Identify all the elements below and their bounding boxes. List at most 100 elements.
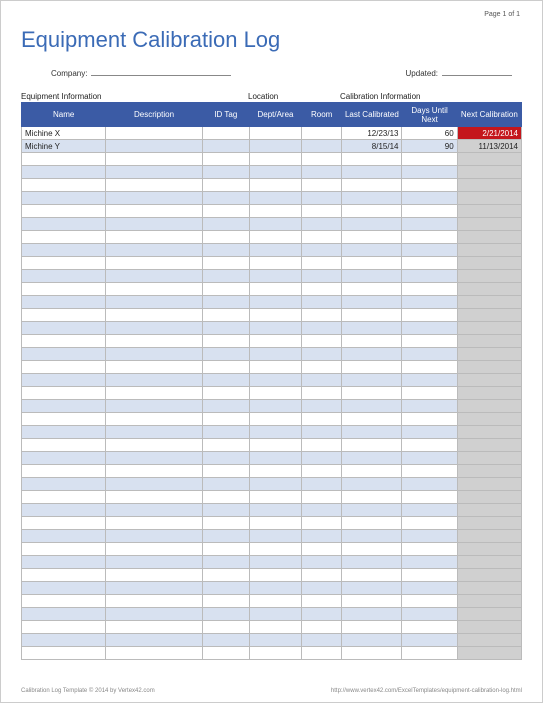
cell[interactable] [457,569,521,582]
cell[interactable] [202,179,249,192]
cell[interactable] [249,478,301,491]
cell[interactable] [402,582,457,595]
cell[interactable] [457,166,521,179]
cell[interactable] [202,192,249,205]
cell[interactable] [249,283,301,296]
cell[interactable] [249,426,301,439]
cell[interactable] [202,426,249,439]
cell[interactable] [342,283,402,296]
cell[interactable]: 12/23/13 [342,127,402,140]
cell[interactable] [106,244,202,257]
cell[interactable] [202,283,249,296]
cell[interactable] [457,283,521,296]
cell[interactable] [22,413,106,426]
cell[interactable] [342,361,402,374]
cell[interactable] [106,543,202,556]
cell[interactable] [402,478,457,491]
cell[interactable] [457,309,521,322]
cell[interactable] [402,270,457,283]
cell[interactable] [202,218,249,231]
cell[interactable] [342,413,402,426]
cell[interactable] [202,465,249,478]
cell[interactable] [22,218,106,231]
company-field[interactable] [91,67,231,76]
cell[interactable] [106,582,202,595]
cell[interactable] [302,322,342,335]
cell[interactable] [202,335,249,348]
cell[interactable] [457,478,521,491]
cell[interactable] [106,231,202,244]
cell[interactable] [402,205,457,218]
cell[interactable] [342,647,402,660]
cell[interactable] [342,465,402,478]
cell[interactable] [106,426,202,439]
cell[interactable] [402,530,457,543]
cell[interactable] [249,647,301,660]
cell[interactable] [106,257,202,270]
cell[interactable] [457,465,521,478]
cell[interactable] [249,569,301,582]
cell[interactable] [302,127,342,140]
cell[interactable] [342,231,402,244]
cell[interactable] [302,218,342,231]
cell[interactable] [202,140,249,153]
cell[interactable] [457,530,521,543]
cell[interactable] [342,530,402,543]
cell[interactable] [342,517,402,530]
cell[interactable] [22,400,106,413]
cell[interactable] [202,413,249,426]
cell[interactable] [22,179,106,192]
cell[interactable] [106,413,202,426]
cell[interactable] [249,179,301,192]
cell[interactable] [342,309,402,322]
cell[interactable] [106,283,202,296]
cell[interactable] [302,491,342,504]
cell[interactable] [22,166,106,179]
cell[interactable] [202,296,249,309]
cell[interactable] [457,257,521,270]
cell[interactable] [249,140,301,153]
cell[interactable] [302,608,342,621]
cell[interactable] [342,257,402,270]
cell[interactable]: 60 [402,127,457,140]
cell[interactable] [402,244,457,257]
cell[interactable] [106,595,202,608]
cell[interactable] [457,426,521,439]
cell[interactable] [402,361,457,374]
cell[interactable] [342,192,402,205]
cell[interactable] [402,452,457,465]
cell[interactable] [402,595,457,608]
cell[interactable] [342,491,402,504]
cell[interactable] [342,166,402,179]
cell[interactable] [302,257,342,270]
cell[interactable] [457,608,521,621]
cell[interactable] [249,348,301,361]
cell[interactable] [457,504,521,517]
cell[interactable] [457,452,521,465]
cell[interactable] [106,374,202,387]
cell[interactable] [106,127,202,140]
cell[interactable] [22,335,106,348]
cell[interactable] [249,205,301,218]
cell[interactable] [202,348,249,361]
cell[interactable] [249,192,301,205]
cell[interactable] [402,413,457,426]
cell[interactable] [249,270,301,283]
cell[interactable] [302,569,342,582]
cell[interactable] [302,309,342,322]
cell[interactable] [249,257,301,270]
cell[interactable] [302,179,342,192]
cell[interactable] [302,140,342,153]
cell[interactable] [302,465,342,478]
cell[interactable] [302,426,342,439]
cell[interactable] [402,374,457,387]
cell[interactable] [106,179,202,192]
cell[interactable] [342,556,402,569]
cell[interactable] [402,283,457,296]
cell[interactable] [302,634,342,647]
cell[interactable] [457,296,521,309]
cell[interactable] [106,192,202,205]
cell[interactable] [402,153,457,166]
cell[interactable] [457,387,521,400]
cell[interactable] [342,374,402,387]
